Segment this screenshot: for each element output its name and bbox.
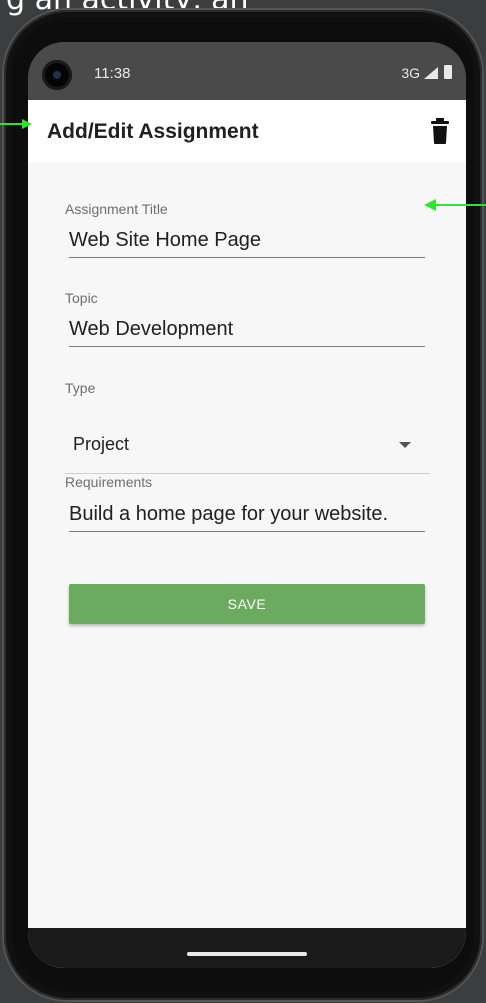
type-label: Type — [65, 380, 96, 396]
assignment-title-input[interactable] — [69, 223, 425, 258]
network-type: 3G — [401, 65, 420, 81]
annotation-arrow-right-icon — [0, 119, 32, 129]
phone-frame: 11:38 3G Add/Edit Assignment Assignment … — [4, 10, 482, 1000]
topic-label: Topic — [65, 290, 98, 306]
navigation-bar — [28, 928, 466, 968]
trash-icon — [431, 118, 449, 144]
front-camera-icon — [42, 60, 72, 90]
home-indicator[interactable] — [187, 952, 307, 956]
phone-screen: 11:38 3G Add/Edit Assignment Assignment … — [28, 42, 466, 968]
annotation-arrow-left-icon — [424, 199, 486, 211]
status-bar: 11:38 3G — [28, 42, 466, 100]
assignment-form: Assignment Title Topic Type Project Requ… — [28, 162, 466, 968]
type-select-value: Project — [73, 434, 130, 454]
assignment-title-label: Assignment Title — [65, 201, 168, 217]
delete-button[interactable] — [426, 116, 454, 146]
app-bar: Add/Edit Assignment — [28, 100, 466, 162]
status-time: 11:38 — [94, 65, 131, 82]
type-select[interactable]: Project — [65, 420, 430, 470]
page-title: Add/Edit Assignment — [47, 120, 259, 143]
chevron-down-icon — [399, 442, 411, 448]
requirements-input[interactable] — [69, 497, 425, 532]
battery-icon — [444, 65, 452, 79]
save-button[interactable]: SAVE — [69, 584, 425, 624]
signal-icon — [424, 67, 438, 79]
requirements-label: Requirements — [65, 474, 153, 490]
topic-input[interactable] — [69, 312, 425, 347]
